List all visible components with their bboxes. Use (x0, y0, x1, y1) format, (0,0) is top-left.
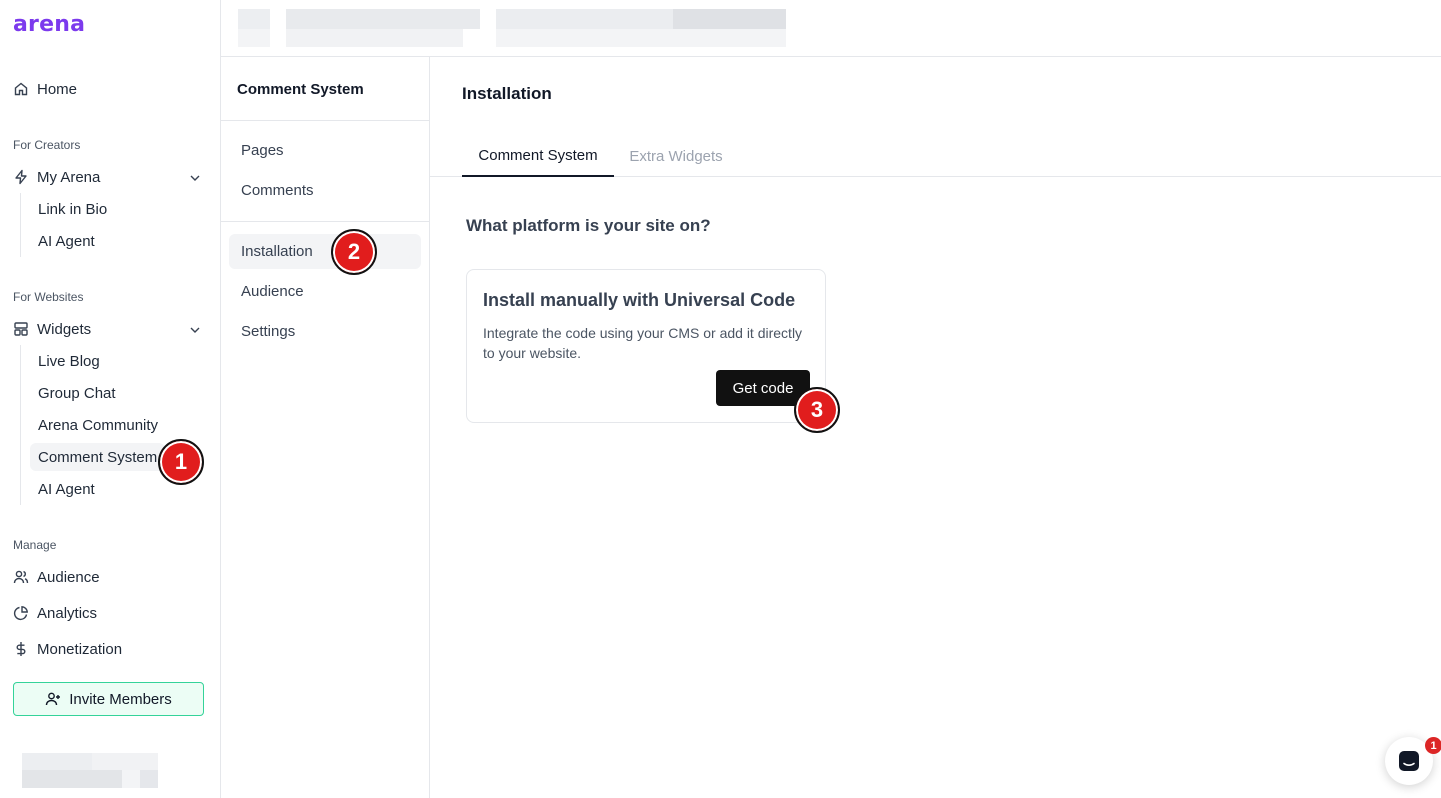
nav-widgets-label: Widgets (37, 320, 92, 338)
chat-icon (1399, 751, 1419, 771)
nav-link-in-bio[interactable]: Link in Bio (30, 195, 115, 223)
tab-extra-widgets[interactable]: Extra Widgets (614, 135, 738, 177)
nav-widget-ai-agent[interactable]: AI Agent (30, 475, 103, 503)
subnav-pages[interactable]: Pages (229, 133, 421, 168)
card-description: Integrate the code using your CMS or add… (483, 325, 803, 361)
home-icon (13, 81, 29, 97)
arena-logo[interactable]: arena (13, 12, 85, 37)
nav-home-label: Home (37, 80, 78, 98)
nav-analytics-label: Analytics (37, 604, 98, 622)
user-plus-icon (46, 692, 61, 706)
nav-widgets[interactable]: Widgets (13, 317, 91, 341)
nav-group-chat[interactable]: Group Chat (30, 379, 124, 407)
card-title: Install manually with Universal Code (483, 290, 796, 310)
section-for-creators: For Creators (13, 138, 81, 152)
nav-monetization[interactable]: Monetization (13, 637, 122, 661)
chevron-down-icon[interactable] (188, 171, 202, 185)
nav-comment-system[interactable]: Comment System (30, 443, 166, 471)
subnav-comments[interactable]: Comments (229, 173, 421, 208)
nav-live-blog[interactable]: Live Blog (30, 347, 108, 375)
divider (221, 120, 430, 121)
pie-chart-icon (13, 605, 29, 621)
tree-line (20, 193, 21, 257)
top-bar (221, 0, 1441, 57)
section-manage: Manage (13, 538, 57, 552)
chat-unread-badge: 1 (1425, 737, 1441, 754)
nav-audience-label: Audience (37, 568, 100, 586)
subnav-settings[interactable]: Settings (229, 314, 421, 349)
universal-code-card: Install manually with Universal Code Int… (466, 269, 826, 423)
invite-members-button[interactable]: Invite Members (13, 682, 204, 716)
nav-home[interactable]: Home (13, 77, 77, 101)
section-for-websites: For Websites (13, 290, 84, 304)
subnav-installation[interactable]: Installation (229, 234, 421, 269)
nav-my-arena[interactable]: My Arena (13, 165, 100, 189)
dollar-icon (13, 641, 29, 657)
step-badge-2: 2 (331, 229, 377, 275)
widgets-icon (13, 321, 29, 337)
chevron-down-icon[interactable] (188, 323, 202, 337)
nav-audience[interactable]: Audience (13, 565, 100, 589)
step-badge-3: 3 (794, 387, 840, 433)
nav-arena-community[interactable]: Arena Community (30, 411, 166, 439)
platform-question: What platform is your site on? (466, 216, 711, 235)
bolt-icon (13, 169, 29, 185)
nav-my-arena-label: My Arena (37, 168, 101, 186)
nav-monetization-label: Monetization (37, 640, 123, 658)
tab-comment-system[interactable]: Comment System (462, 135, 614, 177)
tab-bar: Comment System Extra Widgets (430, 135, 1441, 177)
page-title: Installation (462, 84, 552, 103)
divider (221, 221, 430, 222)
secondary-nav: Comment System Pages Comments Installati… (221, 57, 430, 798)
invite-members-label: Invite Members (69, 690, 172, 708)
nav-creator-ai-agent[interactable]: AI Agent (30, 227, 103, 255)
tree-line (20, 345, 21, 505)
users-icon (13, 569, 29, 585)
subnav-audience[interactable]: Audience (229, 274, 421, 309)
step-badge-1: 1 (158, 439, 204, 485)
nav-analytics[interactable]: Analytics (13, 601, 97, 625)
main-content: Installation Comment System Extra Widget… (430, 57, 1441, 798)
sidebar: arena Home For Creators My Arena Link in… (0, 0, 221, 798)
subnav-title: Comment System (237, 81, 364, 98)
